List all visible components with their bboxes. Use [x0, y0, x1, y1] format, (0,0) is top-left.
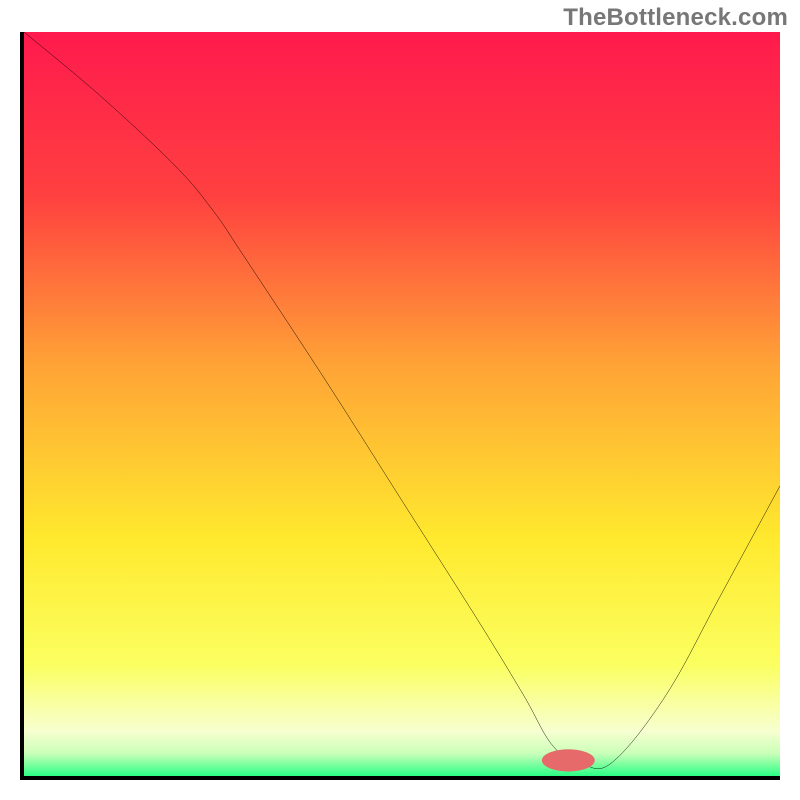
- chart-svg: [24, 32, 780, 776]
- chart-background-gradient: [24, 32, 780, 776]
- chart-plot-area: [20, 32, 780, 780]
- watermark-text: TheBottleneck.com: [563, 4, 788, 32]
- chart-marker: [542, 749, 595, 771]
